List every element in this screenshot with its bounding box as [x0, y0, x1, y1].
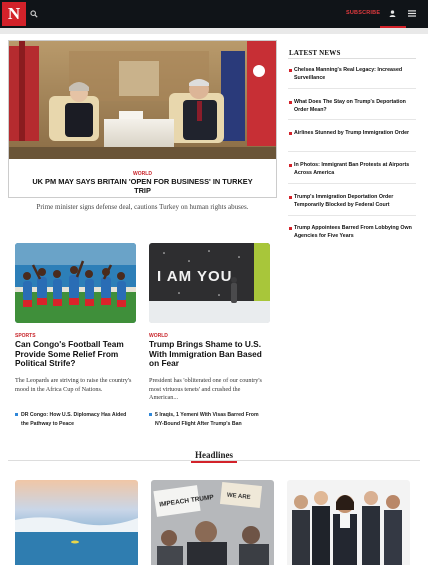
user-icon[interactable] — [389, 10, 396, 17]
related-link-iraqis-barred[interactable]: 5 Iraqis, 1 Yemeni With Visas Barred Fro… — [149, 411, 267, 428]
latest-news-item[interactable]: Chelsea Manning's Real Legacy: Increased… — [289, 67, 415, 82]
story-image-i-am-you[interactable]: I AM YOU — [149, 243, 270, 323]
hero-dek: Prime minister signs defense deal, cauti… — [36, 203, 249, 211]
headline-image-business-group[interactable] — [287, 480, 410, 565]
latest-news-item[interactable]: In Photos: Immigrant Ban Protests at Air… — [289, 162, 415, 177]
subscribe-link[interactable]: SUBSCRIBE — [346, 10, 380, 16]
latest-news-item[interactable]: Trump Appointees Barred From Lobbying Ow… — [289, 225, 415, 240]
related-link-dr-congo[interactable]: DR Congo: How U.S. Diplomacy Has Aided t… — [15, 411, 135, 428]
latest-news-separator — [288, 88, 416, 89]
story-dek-congo: The Leopards are striving to raise the c… — [15, 377, 132, 393]
latest-news-separator — [288, 151, 416, 152]
latest-news-separator — [288, 215, 416, 216]
hero-photo[interactable] — [9, 41, 276, 159]
headline-image-protest[interactable]: IMPEACH TRUMP WE ARE — [151, 480, 274, 565]
story-title-trump-shame[interactable]: Trump Brings Shame to U.S. With Immigrat… — [149, 339, 274, 369]
top-navigation-bar: N SUBSCRIBE — [0, 0, 428, 28]
search-icon[interactable] — [30, 10, 38, 18]
latest-news-separator — [288, 119, 416, 120]
latest-news-item[interactable]: Trump's Immigration Deportation Order Te… — [289, 194, 415, 209]
latest-news-item[interactable]: Airlines Stunned by Trump Immigration Or… — [289, 130, 415, 138]
headlines-underline — [191, 461, 237, 463]
story-title-congo[interactable]: Can Congo's Football Team Provide Some R… — [15, 339, 140, 369]
headline-image-icy-landscape[interactable] — [15, 480, 138, 565]
latest-news-item[interactable]: What Does The Stay on Trump's Deportatio… — [289, 99, 415, 114]
headlines-heading: Headlines — [194, 450, 233, 460]
latest-news-rule — [288, 58, 416, 59]
latest-news-separator — [288, 183, 416, 184]
header-shadow-strip — [0, 28, 428, 34]
i-am-you-graffiti: I AM YOU — [157, 268, 233, 285]
hero-title[interactable]: UK PM MAY SAYS BRITAIN 'OPEN FOR BUSINES… — [26, 177, 259, 195]
story-dek-trump-shame: President has 'obliterated one of our co… — [149, 377, 262, 401]
story-image-congo-football[interactable] — [15, 243, 136, 323]
site-logo[interactable]: N — [2, 2, 26, 26]
latest-news-heading: LATEST NEWS — [289, 49, 341, 57]
menu-icon[interactable] — [408, 10, 416, 17]
